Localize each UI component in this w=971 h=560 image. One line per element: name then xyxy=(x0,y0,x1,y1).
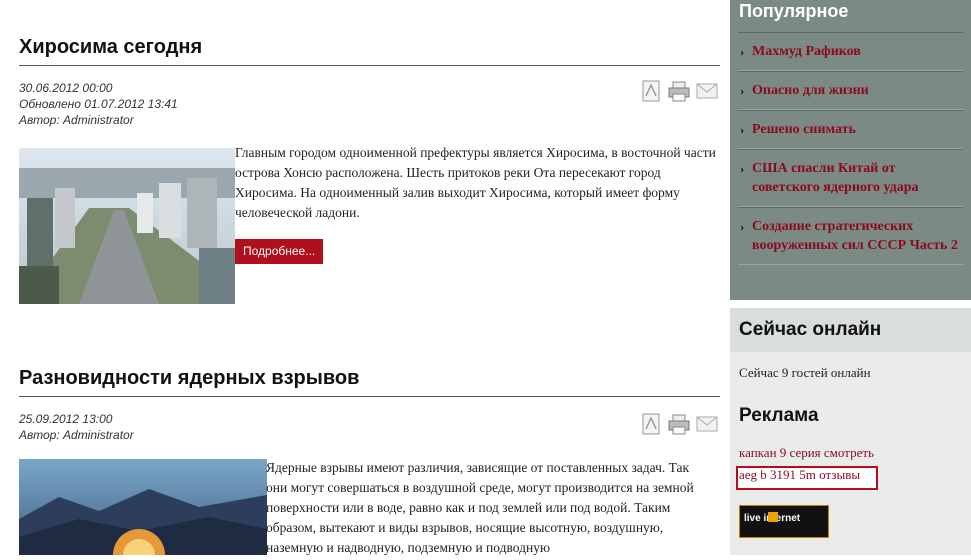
article-date: 25.09.2012 13:00 xyxy=(19,412,113,426)
article-image-city xyxy=(19,148,235,304)
readmore-button[interactable]: Подробнее... xyxy=(235,239,324,264)
article-hiroshima: Хиросима сегодня 30.06.2012 00:00 Обновл… xyxy=(19,36,720,128)
popular-item-label[interactable]: Махмуд Рафиков xyxy=(752,44,861,59)
online-body: Сейчас 9 гостей онлайн xyxy=(730,352,971,394)
ads-module: Реклама капкан 9 серия смотреть aeg b 31… xyxy=(730,394,971,555)
ad-link[interactable]: aeg b 3191 5m отзывы xyxy=(739,467,860,483)
chevron-right-icon: › xyxy=(740,161,745,176)
print-icon[interactable] xyxy=(668,413,690,435)
article-author: Автор: Administrator xyxy=(19,428,134,442)
popular-item[interactable]: › США спасли Китай от советского ядерного… xyxy=(738,149,963,207)
ad-link[interactable]: капкан 9 серия смотреть xyxy=(739,445,874,461)
email-icon[interactable] xyxy=(696,413,718,435)
online-count-text: Сейчас 9 гостей онлайн xyxy=(739,365,871,380)
online-title: Сейчас онлайн xyxy=(739,319,882,340)
article-date: 30.06.2012 00:00 xyxy=(19,81,113,95)
article-title[interactable]: Хиросима сегодня xyxy=(19,36,720,66)
article-nuclear-explosions: Разновидности ядерных взрывов 25.09.2012… xyxy=(19,367,720,443)
popular-item[interactable]: › Создание стратегических вооруженных сил… xyxy=(738,207,963,265)
popular-item[interactable]: › Опасно для жизни xyxy=(738,71,963,110)
email-icon[interactable] xyxy=(696,80,718,102)
popular-item-label[interactable]: США спасли Китай от советского ядерного … xyxy=(752,161,919,195)
popular-item-label[interactable]: Опасно для жизни xyxy=(752,83,869,98)
popular-module: Популярное › Махмуд Рафиков › Опасно для ж… xyxy=(730,0,971,300)
chevron-right-icon: › xyxy=(740,44,745,59)
popular-list: › Махмуд Рафиков › Опасно для жизни › Решен… xyxy=(730,32,971,265)
ads-title: Реклама xyxy=(739,405,819,426)
chevron-right-icon: › xyxy=(740,83,745,98)
popular-item[interactable]: › Махмуд Рафиков xyxy=(738,32,963,71)
popular-item-label[interactable]: Решено снимать xyxy=(752,122,856,137)
chevron-right-icon: › xyxy=(740,122,745,137)
chevron-right-icon: › xyxy=(740,219,745,234)
article-meta: 25.09.2012 13:00 Автор: Administrator xyxy=(19,411,720,443)
popular-item-label[interactable]: Создание стратегических вооруженных сил … xyxy=(752,219,958,253)
article-tools xyxy=(640,80,718,102)
article-updated: Обновлено 01.07.2012 13:41 xyxy=(19,97,178,111)
sidebar: Популярное › Махмуд Рафиков › Опасно для ж… xyxy=(730,0,971,555)
article-intro: Ядерные взрывы имеют различия, зависящие… xyxy=(266,460,694,555)
article-image-explosion xyxy=(19,459,267,560)
popular-item[interactable]: › Решено снимать xyxy=(738,110,963,149)
liveinternet-counter-logo[interactable]: live internet xyxy=(739,505,829,538)
popular-title: Популярное xyxy=(739,1,849,21)
pdf-icon[interactable] xyxy=(640,413,662,435)
article-meta: 30.06.2012 00:00 Обновлено 01.07.2012 13… xyxy=(19,80,720,128)
main-content: Хиросима сегодня 30.06.2012 00:00 Обновл… xyxy=(0,0,730,560)
online-header: Сейчас онлайн xyxy=(730,308,971,352)
print-icon[interactable] xyxy=(668,80,690,102)
article-author: Автор: Administrator xyxy=(19,113,134,127)
pdf-icon[interactable] xyxy=(640,80,662,102)
article-intro: Главным городом одноименной префектуры я… xyxy=(235,145,716,220)
article-tools xyxy=(640,413,718,435)
article-title[interactable]: Разновидности ядерных взрывов xyxy=(19,367,720,397)
